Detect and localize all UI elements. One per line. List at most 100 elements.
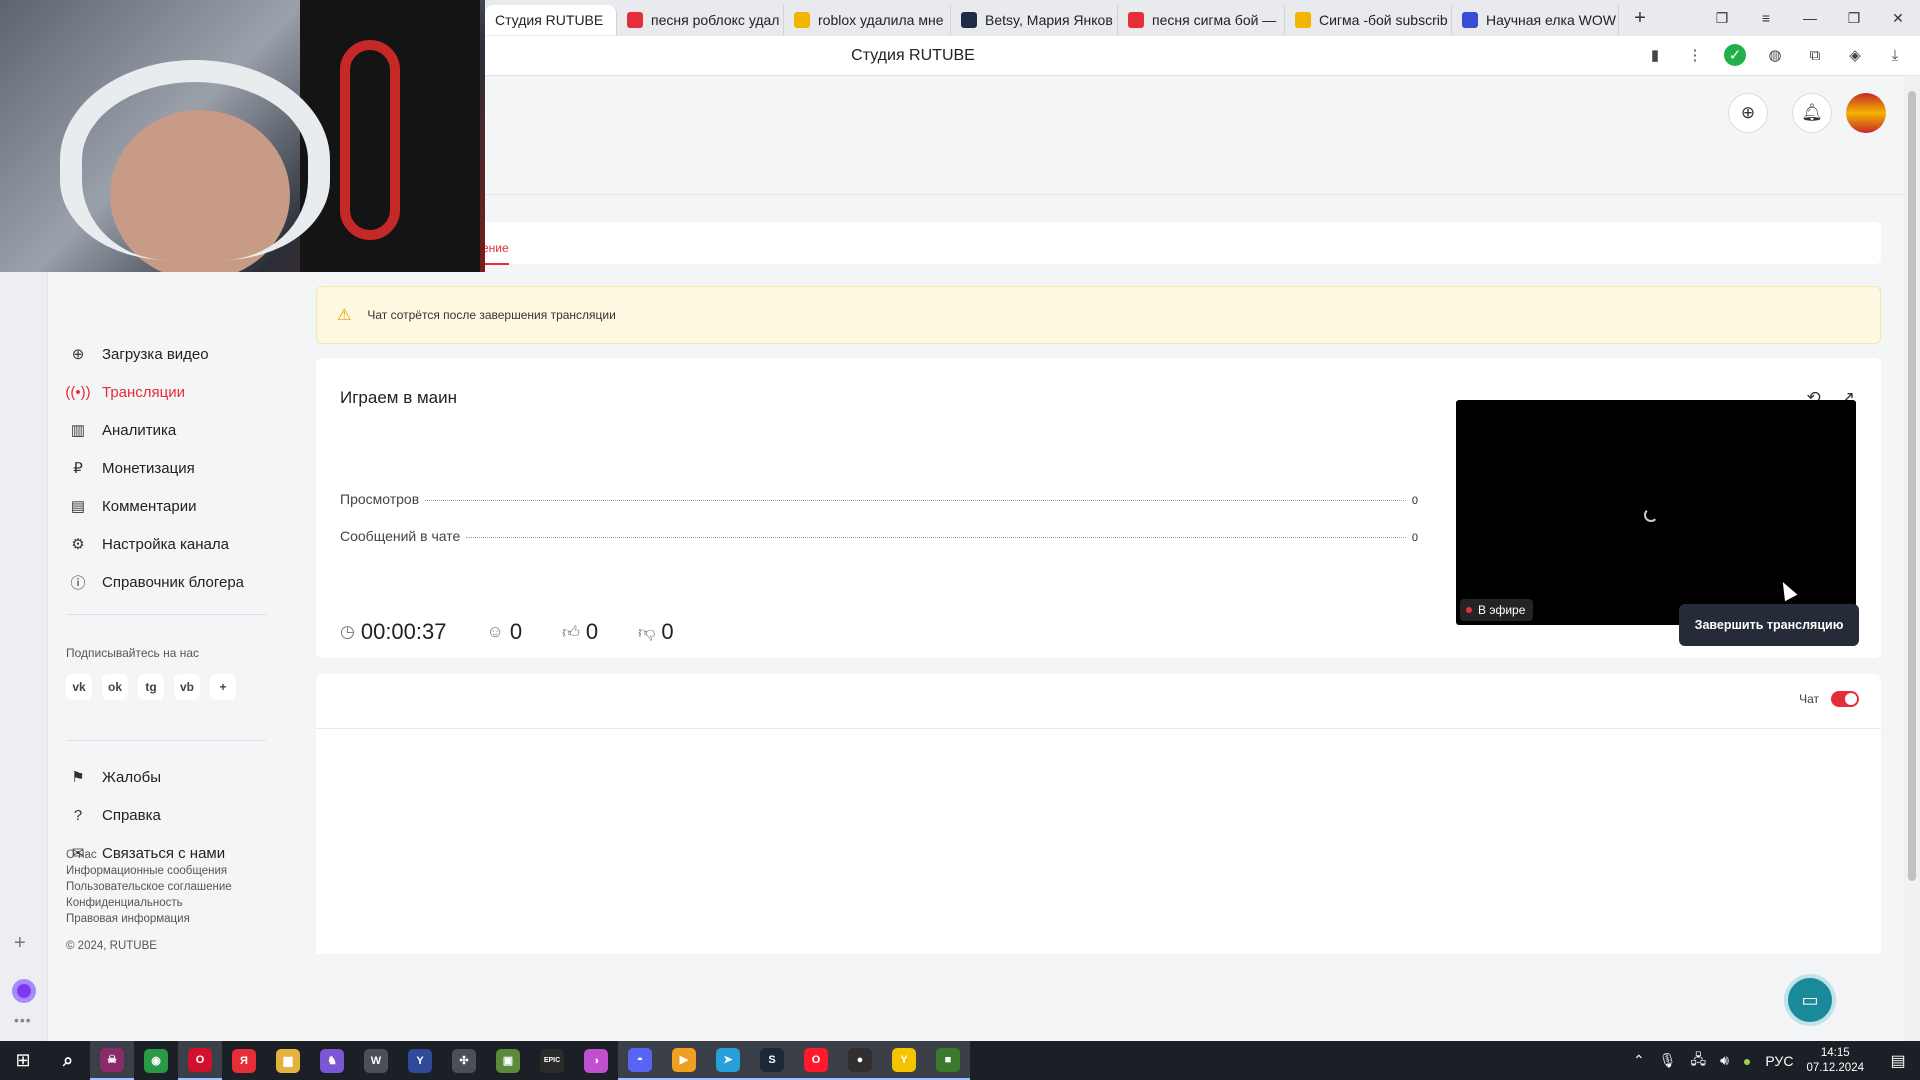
taskbar-app[interactable]: Y	[398, 1041, 442, 1080]
taskbar-app[interactable]: ▣	[486, 1041, 530, 1080]
sidebar-item[interactable]: ⚑ Жалобы	[68, 765, 161, 789]
sidebar-item[interactable]: ((•)) Трансляции	[65, 380, 186, 404]
sidebar-item[interactable]: ⚙ Настройка канала	[68, 532, 229, 556]
tab-label: песня роблокс удал	[651, 12, 780, 28]
tab-label: Научная елка WOW	[1486, 12, 1616, 28]
chat-toggle[interactable]	[1831, 691, 1859, 707]
tab-label: песня сигма бой —	[1152, 12, 1277, 28]
tabs-strip: ение	[316, 222, 1881, 265]
more-dots-icon[interactable]: •••	[14, 1012, 32, 1028]
end-stream-button[interactable]: Завершить трансляцию	[1679, 604, 1859, 646]
search-icon[interactable]: ⌕	[46, 1041, 90, 1080]
taskbar-app[interactable]: ✣	[442, 1041, 486, 1080]
taskbar-app[interactable]: Y	[882, 1041, 926, 1080]
discord-icon: ◓	[628, 1047, 652, 1072]
chevron-up-icon[interactable]: ⌃	[1633, 1052, 1645, 1069]
taskbar-app[interactable]: W	[354, 1041, 398, 1080]
taskbar-app[interactable]: ◓	[618, 1041, 662, 1080]
sidebar-item[interactable]: ▤ Комментарии	[68, 494, 197, 518]
browser-tab[interactable]: Betsy, Мария Янков	[951, 5, 1118, 35]
microphone-icon[interactable]: 🎙︎	[1659, 1052, 1677, 1069]
footer-link[interactable]: Пользовательское соглашение	[66, 879, 232, 895]
browser-tab[interactable]: песня сигма бой —	[1118, 5, 1285, 35]
odnoklassniki-icon[interactable]: ok	[102, 674, 128, 700]
browser-tab[interactable]: Студия RUTUBE✕	[485, 5, 617, 35]
clock[interactable]: 14:15 07.12.2024	[1806, 1046, 1864, 1076]
taskbar-app[interactable]: ▆	[266, 1041, 310, 1080]
footer-link[interactable]: Конфиденциальность	[66, 895, 232, 911]
taskbar-app[interactable]: Я	[222, 1041, 266, 1080]
warning-icon: ⚠	[337, 307, 352, 324]
stream-preview-player[interactable]: В эфире	[1456, 400, 1856, 625]
avatar[interactable]	[1846, 93, 1886, 133]
opera-gx-icon: O	[188, 1047, 212, 1072]
collections-icon[interactable]: ❐	[1700, 10, 1744, 27]
page-scrollbar[interactable]	[1904, 77, 1920, 1041]
restore-icon[interactable]: ❐	[1832, 10, 1876, 27]
browser-tab[interactable]: песня роблокс удал	[617, 5, 784, 35]
browser-tab[interactable]: Научная елка WOW	[1452, 5, 1619, 35]
language-indicator[interactable]: РУС	[1765, 1053, 1793, 1069]
taskbar-app[interactable]: S	[750, 1041, 794, 1080]
telegram-icon[interactable]: tg	[138, 674, 164, 700]
footer-link[interactable]: Правовая информация	[66, 911, 232, 927]
taskbar-app[interactable]: O	[178, 1041, 222, 1080]
new-tab-button[interactable]: +	[1627, 5, 1653, 31]
sidebar-item[interactable]: ⊕ Загрузка видео	[68, 342, 209, 366]
vpn-extension-icon[interactable]: ◍	[1764, 44, 1786, 66]
check-extension-icon[interactable]: ✓	[1724, 44, 1746, 66]
notifications-button[interactable]: 🔔︎	[1792, 93, 1832, 133]
taskbar-app[interactable]: ●	[838, 1041, 882, 1080]
add-panel-icon[interactable]: +	[14, 932, 26, 955]
footer-link[interactable]: О нас	[66, 847, 232, 863]
toolbar-icons: ▮ ⋮ ✓ ◍ ⧉ ◈ ⤓	[1644, 44, 1906, 66]
taskbar-app[interactable]: ☠	[90, 1041, 134, 1080]
vk-icon[interactable]: vk	[66, 674, 92, 700]
create-button[interactable]: ⊕	[1728, 93, 1768, 133]
windows-start-icon[interactable]: ⊞	[0, 1050, 46, 1071]
taskbar-app[interactable]: ◉	[134, 1041, 178, 1080]
stat-value: 0	[1411, 495, 1418, 507]
footer-link[interactable]: Информационные сообщения	[66, 863, 232, 879]
sidebar-item[interactable]: ⓘ Справочник блогера	[68, 570, 244, 594]
window-controls: ❐ ≡ — ❐ ✕	[1700, 0, 1920, 36]
close-window-icon[interactable]: ✕	[1876, 10, 1920, 27]
network-icon[interactable]: 🖧︎	[1690, 1049, 1706, 1073]
taskbar-app[interactable]: ■	[926, 1041, 970, 1080]
shield-icon[interactable]: ●	[1743, 1053, 1751, 1069]
sidebar-item[interactable]: ₽ Монетизация	[68, 456, 194, 480]
taskbar-app[interactable]: ▶	[662, 1041, 706, 1080]
taskbar-app[interactable]: ◑	[574, 1041, 618, 1080]
downloads-icon[interactable]: ⤓	[1884, 44, 1906, 66]
notifications-icon[interactable]: ▤	[1876, 1051, 1920, 1071]
sidebar-item[interactable]: ▥ Аналитика	[68, 418, 176, 442]
browser-tab[interactable]: roblox удалила мне	[784, 5, 951, 35]
support-chat-button[interactable]: ▭	[1784, 974, 1836, 1026]
ruble-icon: ₽	[73, 460, 83, 477]
viber-icon[interactable]: vb	[174, 674, 200, 700]
volume-icon[interactable]: 🔊︎	[1720, 1052, 1729, 1069]
tab-label: roblox удалила мне	[818, 12, 944, 28]
taskbar-app[interactable]: ♞	[310, 1041, 354, 1080]
taskbar-app[interactable]: ➤	[706, 1041, 750, 1080]
minimize-icon[interactable]: —	[1788, 10, 1832, 26]
stat-label: Сообщений в чате	[340, 528, 461, 544]
tab-management[interactable]: ение	[482, 241, 509, 265]
profile-menu-icon[interactable]: ≡	[1744, 10, 1788, 26]
taskbar-app[interactable]: O	[794, 1041, 838, 1080]
alice-assistant-icon[interactable]	[12, 979, 36, 1003]
more-icon[interactable]: +	[210, 674, 236, 700]
bookmark-icon[interactable]: ▮	[1644, 44, 1666, 66]
sidebar-item-label: Трансляции	[102, 383, 186, 401]
tab-label: Betsy, Мария Янков	[985, 12, 1113, 28]
sidebar-item[interactable]: ? Справка	[68, 803, 161, 827]
stat-chat-messages: Сообщений в чате 0	[340, 528, 1418, 544]
taskbar-app[interactable]: EPIC	[530, 1041, 574, 1080]
extensions-icon[interactable]: ⧉	[1804, 44, 1826, 66]
menu-dots-icon[interactable]: ⋮	[1684, 44, 1706, 66]
scrollbar-thumb[interactable]	[1908, 91, 1916, 881]
browser-tab[interactable]: Сигма -бой subscrib	[1285, 5, 1452, 35]
security-extension-icon[interactable]: ◈	[1844, 44, 1866, 66]
sidebar-divider	[66, 740, 266, 741]
thumbs-down-icon: 👎︎	[638, 622, 656, 642]
